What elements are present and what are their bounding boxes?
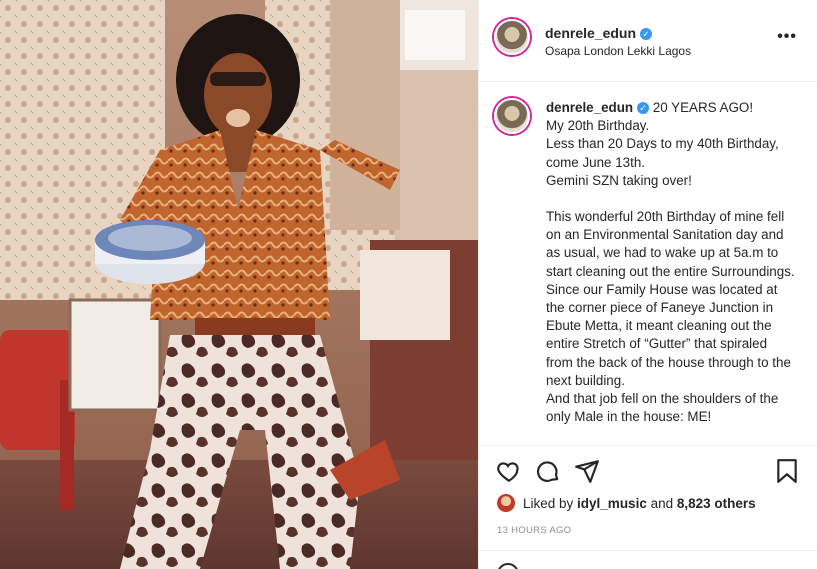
- caption-line: 20 YEARS AGO!: [652, 100, 754, 115]
- author-avatar[interactable]: [494, 19, 530, 55]
- post-side-panel: denrele_edun ✓ Osapa London Lekki Lagos •…: [478, 0, 817, 569]
- post-timestamp[interactable]: 13 HOURS AGO: [497, 525, 571, 536]
- bookmark-icon[interactable]: [774, 458, 800, 484]
- caption-username[interactable]: denrele_edun: [546, 100, 633, 115]
- caption-avatar[interactable]: [494, 98, 530, 134]
- liker-avatar[interactable]: [497, 494, 515, 512]
- likes-count[interactable]: 8,823 others: [677, 496, 756, 511]
- caption-line: Less than 20 Days to my 40th Birthday, c…: [546, 136, 779, 170]
- emoji-icon[interactable]: [497, 563, 519, 569]
- post-header: denrele_edun ✓ Osapa London Lekki Lagos •…: [479, 0, 817, 82]
- more-options-icon[interactable]: •••: [777, 28, 797, 46]
- heart-icon[interactable]: [496, 458, 522, 484]
- caption-paragraph: Since our Family House was located at th…: [546, 281, 791, 388]
- caption-line: Gemini SZN taking over!: [546, 172, 692, 188]
- comment-icon[interactable]: [535, 458, 561, 484]
- post-caption: denrele_edun ✓ 20 YEARS AGO! My 20th Birt…: [479, 82, 817, 444]
- liker-username[interactable]: idyl_music: [577, 496, 647, 511]
- author-username[interactable]: denrele_edun ✓: [545, 25, 653, 41]
- caption-line: My 20th Birthday.: [546, 118, 650, 134]
- instagram-post: denrele_edun ✓ Osapa London Lekki Lagos •…: [0, 0, 817, 569]
- likes-summary: Liked by idyl_music and 8,823 others: [497, 494, 756, 516]
- caption-text: denrele_edun ✓ 20 YEARS AGO! My 20th Birt…: [546, 99, 796, 426]
- share-icon[interactable]: [574, 458, 600, 484]
- caption-paragraph: This wonderful 20th Birthday of mine fel…: [546, 209, 795, 279]
- verified-badge-icon: ✓: [637, 102, 650, 114]
- post-photo[interactable]: [0, 0, 478, 569]
- add-comment-row: [479, 550, 817, 569]
- caption-paragraph: And that job fell on the shoulders of th…: [546, 391, 779, 425]
- post-location[interactable]: Osapa London Lekki Lagos: [545, 44, 691, 58]
- photo-illustration: [0, 0, 478, 569]
- verified-badge-icon: ✓: [640, 28, 653, 40]
